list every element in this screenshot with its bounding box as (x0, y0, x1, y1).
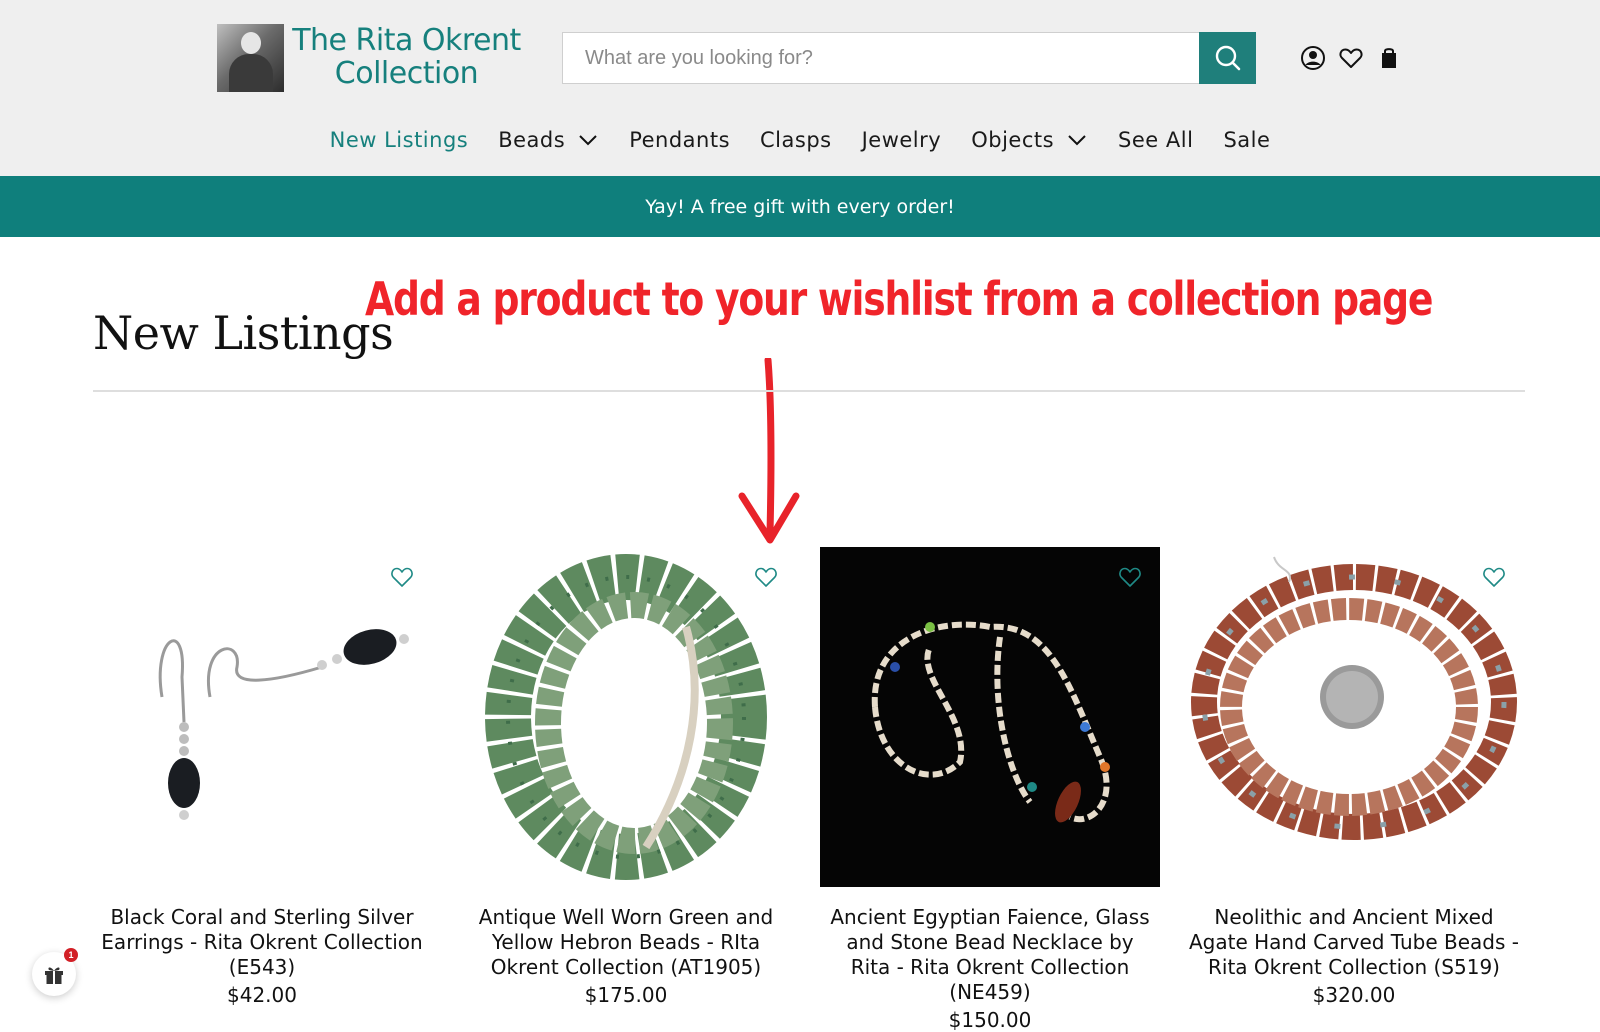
account-icon[interactable] (1300, 45, 1326, 71)
gift-icon (45, 967, 63, 984)
product-image[interactable] (92, 547, 432, 887)
product-price: $320.00 (1312, 983, 1396, 1007)
nav-item-objects[interactable]: Objects (971, 128, 1088, 152)
product-image[interactable] (456, 547, 796, 887)
header-icon-group (1300, 44, 1400, 72)
search-bar (562, 32, 1256, 84)
gift-widget-button[interactable]: 1 (32, 948, 78, 996)
nav-item-label: Clasps (760, 128, 832, 152)
brand-name-line2: Collection (334, 56, 479, 91)
nav-item-jewelry[interactable]: Jewelry (862, 128, 942, 152)
product-card[interactable]: Neolithic and Ancient Mixed Agate Hand C… (1184, 547, 1524, 1007)
nav-item-label: Sale (1223, 128, 1271, 152)
search-input[interactable] (563, 33, 1183, 83)
brand-logo[interactable]: The Rita Okrent Collection (217, 24, 522, 94)
nav-item-clasps[interactable]: Clasps (760, 128, 832, 152)
product-name[interactable]: Ancient Egyptian Faience, Glass and Ston… (820, 905, 1160, 1005)
product-image[interactable] (1184, 547, 1524, 887)
nav-item-label: See All (1118, 128, 1194, 152)
cart-bag-icon[interactable] (1376, 45, 1402, 71)
chevron-down-icon (1066, 129, 1088, 151)
nav-item-see-all[interactable]: See All (1118, 128, 1193, 152)
wishlist-heart-icon[interactable] (1118, 565, 1142, 589)
product-image[interactable] (820, 547, 1160, 887)
promo-banner: Yay! A free gift with every order! (0, 176, 1600, 237)
nav-item-label: Jewelry (861, 128, 942, 152)
search-button[interactable] (1199, 32, 1256, 84)
page-title: New Listings (93, 306, 394, 360)
wishlist-heart-icon[interactable] (754, 565, 778, 589)
brand-name-line1: The Rita Okrent (292, 23, 521, 58)
product-price: $150.00 (948, 1008, 1032, 1032)
product-name[interactable]: Neolithic and Ancient Mixed Agate Hand C… (1184, 905, 1524, 980)
nav-item-sale[interactable]: Sale (1223, 128, 1270, 152)
site-header: The Rita Okrent Collection What are you … (0, 0, 1600, 176)
nav-item-label: Objects (971, 128, 1055, 152)
product-price: $175.00 (584, 983, 668, 1007)
chevron-down-icon (577, 129, 599, 151)
promo-banner-text: Yay! A free gift with every order! (645, 195, 955, 218)
nav-item-label: Pendants (629, 128, 731, 152)
nav-item-label: New Listings (329, 128, 469, 152)
product-name[interactable]: Black Coral and Sterling Silver Earrings… (92, 905, 432, 980)
nav-item-beads[interactable]: Beads (498, 128, 599, 152)
brand-name: The Rita Okrent Collection (289, 24, 524, 90)
nav-item-label: Beads (498, 128, 566, 152)
search-icon (1215, 45, 1240, 71)
product-card[interactable]: Ancient Egyptian Faience, Glass and Ston… (820, 547, 1160, 1032)
title-divider (93, 390, 1525, 392)
nav-item-pendants[interactable]: Pendants (629, 128, 730, 152)
wishlist-heart-icon[interactable] (1338, 45, 1364, 71)
wishlist-heart-icon[interactable] (1482, 565, 1506, 589)
logo-portrait-image (217, 24, 284, 92)
gift-badge-count: 1 (64, 948, 78, 962)
annotation-arrow-icon (738, 358, 800, 544)
main-navigation: New Listings Beads Pendants Clasps Jewel… (0, 118, 1600, 162)
nav-item-new-listings[interactable]: New Listings (330, 128, 469, 152)
product-card[interactable]: Antique Well Worn Green and Yellow Hebro… (456, 547, 796, 1007)
product-name[interactable]: Antique Well Worn Green and Yellow Hebro… (456, 905, 796, 980)
wishlist-heart-icon[interactable] (390, 565, 414, 589)
product-card[interactable]: Black Coral and Sterling Silver Earrings… (92, 547, 432, 1007)
tutorial-annotation-text: Add a product to your wishlist from a co… (365, 272, 1433, 326)
product-price: $42.00 (227, 983, 297, 1007)
